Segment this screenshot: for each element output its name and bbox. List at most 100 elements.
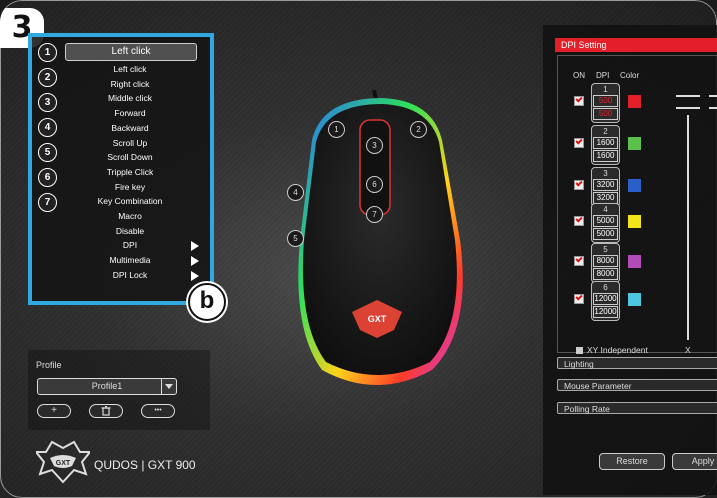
dpi-level-row: 5 8000 8000: [574, 243, 654, 283]
mouse-illustration: GXT 1 2 3 6 7 4 5: [282, 89, 472, 400]
dpi-level-number: 2: [603, 127, 608, 136]
menu-item-label: Macro: [118, 211, 142, 221]
dpi-level-selector[interactable]: 5 8000 8000: [591, 243, 620, 283]
mouse-button-6[interactable]: 6: [366, 176, 383, 193]
dpi-color-swatch[interactable]: [628, 179, 641, 192]
section-mouse-parameter[interactable]: Mouse Parameter: [557, 379, 717, 391]
menu-item-disable[interactable]: Disable: [65, 224, 195, 239]
menu-item-macro[interactable]: Macro: [65, 209, 195, 224]
chevron-down-icon[interactable]: [161, 379, 176, 394]
button-number-6[interactable]: 6: [38, 168, 57, 187]
dpi-level-row: 6 12000 12000: [574, 281, 654, 321]
menu-item-scroll-down[interactable]: Scroll Down: [65, 150, 195, 165]
dpi-level-selector[interactable]: 4 5000 5000: [591, 203, 620, 243]
button-number-5[interactable]: 5: [38, 143, 57, 162]
dpi-x-value[interactable]: 3200: [593, 179, 618, 191]
dpi-slider-handle[interactable]: [676, 95, 700, 109]
dpi-color-swatch[interactable]: [628, 95, 641, 108]
menu-item-label: Middle click: [108, 93, 152, 104]
submenu-arrow-icon: [191, 241, 199, 252]
app-window: 3 1 2 3 4 5 6 7 Left click Left click Ri…: [0, 0, 717, 498]
dpi-color-swatch[interactable]: [628, 293, 641, 306]
menu-item-dpi[interactable]: DPI: [65, 238, 199, 253]
delete-profile-button[interactable]: [89, 404, 123, 418]
dpi-y-value[interactable]: 8000: [593, 268, 618, 280]
menu-item-label: Scroll Down: [107, 152, 153, 163]
product-name: QUDOS | GXT 900: [94, 458, 196, 472]
menu-item-forward[interactable]: Forward: [65, 106, 195, 121]
mouse-button-2[interactable]: 2: [410, 121, 427, 138]
button-number-4[interactable]: 4: [38, 118, 57, 137]
menu-item-middle-click[interactable]: Middle click: [65, 91, 195, 106]
dpi-color-swatch[interactable]: [628, 215, 641, 228]
menu-item-label: Multimedia: [109, 255, 151, 266]
menu-item-tripple-click[interactable]: Tripple Click: [65, 165, 195, 180]
tab-dpi-setting[interactable]: DPI Setting: [555, 38, 717, 52]
dpi-level-row: 3 3200 3200: [574, 167, 654, 207]
menu-item-scroll-up[interactable]: Scroll Up: [65, 136, 195, 151]
dpi-level-checkbox[interactable]: [574, 138, 584, 148]
mouse-button-7[interactable]: 7: [366, 206, 383, 223]
dpi-x-value[interactable]: 8000: [593, 255, 618, 267]
dpi-level-checkbox[interactable]: [574, 294, 584, 304]
add-profile-button[interactable]: +: [37, 404, 71, 418]
button-number-3[interactable]: 3: [38, 93, 57, 112]
dpi-y-value[interactable]: 500: [593, 108, 618, 120]
button-assignment-panel: 1 2 3 4 5 6 7 Left click Left click Righ…: [28, 33, 214, 305]
dpi-slider-track[interactable]: [687, 115, 689, 340]
dpi-level-checkbox[interactable]: [574, 256, 584, 266]
function-select[interactable]: Left click: [65, 43, 197, 61]
menu-item-label: Right click: [110, 78, 150, 89]
menu-item-right-click[interactable]: Right click: [65, 77, 195, 92]
column-header-on: ON: [573, 71, 585, 80]
dpi-level-number: 4: [603, 205, 608, 214]
mouse-logo-text: GXT: [368, 314, 387, 324]
menu-item-dpi-lock[interactable]: DPI Lock: [65, 268, 199, 283]
xy-independent-label: XY Independent: [587, 345, 648, 355]
menu-item-label: Disable: [115, 225, 145, 236]
dpi-level-checkbox[interactable]: [574, 180, 584, 190]
dpi-level-selector[interactable]: 2 1600 1600: [591, 125, 620, 165]
mouse-button-5[interactable]: 5: [287, 230, 304, 247]
dpi-y-value[interactable]: 12000: [593, 306, 618, 318]
menu-item-backward[interactable]: Backward: [65, 121, 195, 136]
section-polling-rate[interactable]: Polling Rate: [557, 402, 717, 414]
button-number-7[interactable]: 7: [38, 193, 57, 212]
dpi-level-row: 4 5000 5000: [574, 203, 654, 243]
mouse-button-1[interactable]: 1: [328, 121, 345, 138]
menu-item-fire-key[interactable]: Fire key: [65, 180, 195, 195]
dpi-y-value[interactable]: 1600: [593, 150, 618, 162]
button-number-2[interactable]: 2: [38, 68, 57, 87]
restore-button[interactable]: Restore: [599, 453, 665, 470]
dpi-x-value[interactable]: 5000: [593, 215, 618, 227]
menu-item-label: Backward: [111, 122, 149, 133]
dpi-x-value[interactable]: 12000: [593, 293, 618, 305]
menu-item-multimedia[interactable]: Multimedia: [65, 253, 199, 268]
dpi-level-selector[interactable]: 3 3200 3200: [591, 167, 620, 207]
dpi-slider-handle[interactable]: [709, 95, 717, 109]
menu-item-key-combination[interactable]: Key Combination: [65, 194, 195, 209]
dpi-level-checkbox[interactable]: [574, 96, 584, 106]
mouse-button-4[interactable]: 4: [287, 184, 304, 201]
dpi-color-swatch[interactable]: [628, 137, 641, 150]
dpi-level-selector[interactable]: 1 500 500: [591, 83, 620, 123]
dpi-y-value[interactable]: 5000: [593, 228, 618, 240]
section-lighting[interactable]: Lighting: [557, 357, 717, 369]
column-header-color: Color: [620, 71, 640, 80]
apply-button[interactable]: Apply: [672, 453, 717, 470]
xy-independent-toggle[interactable]: XY Independent: [576, 345, 648, 355]
dpi-level-checkbox[interactable]: [574, 216, 584, 226]
profile-select[interactable]: Profile1: [37, 378, 177, 395]
dpi-x-value[interactable]: 1600: [593, 137, 618, 149]
menu-item-label: Tripple Click: [106, 166, 154, 177]
menu-item-left-click[interactable]: Left click: [65, 62, 195, 77]
dpi-level-selector[interactable]: 6 12000 12000: [591, 281, 620, 321]
profile-select-value: Profile1: [91, 381, 123, 391]
column-header-dpi: DPI: [596, 71, 610, 80]
dpi-x-value[interactable]: 500: [593, 95, 618, 107]
dpi-color-swatch[interactable]: [628, 255, 641, 268]
mouse-button-3[interactable]: 3: [366, 137, 383, 154]
button-number-1[interactable]: 1: [38, 43, 57, 62]
more-options-button[interactable]: •••: [141, 404, 175, 418]
dpi-level-row: 2 1600 1600: [574, 125, 654, 165]
